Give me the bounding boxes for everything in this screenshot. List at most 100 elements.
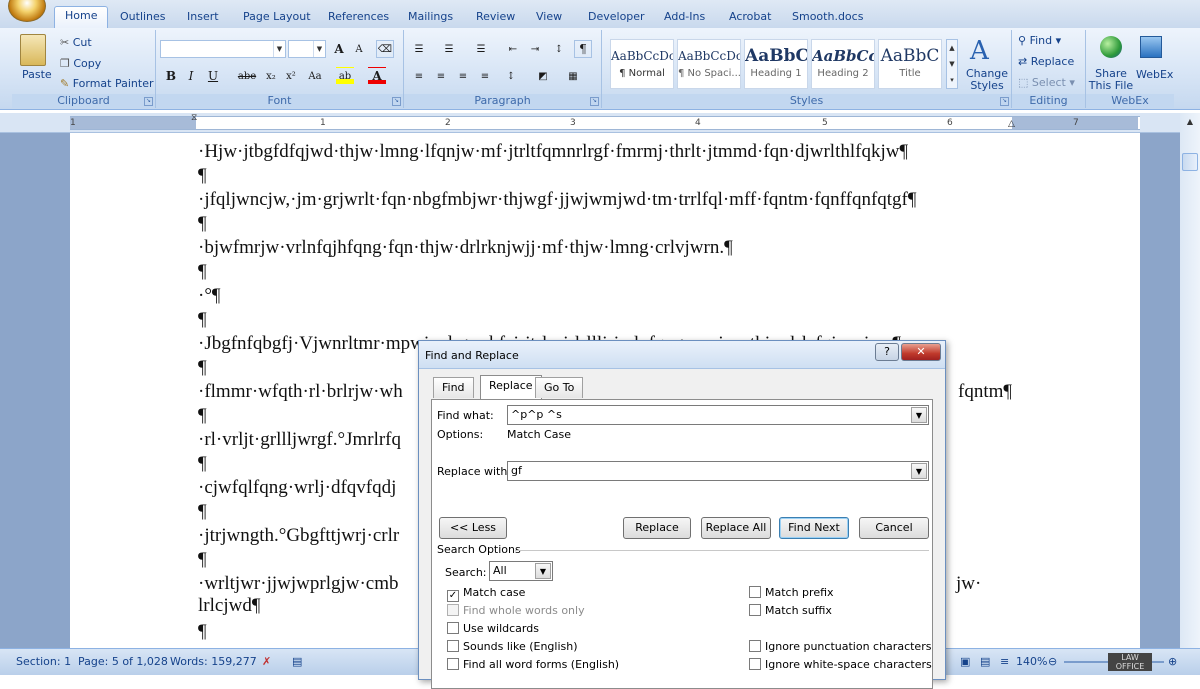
find-button[interactable]: ⚲ Find ▾ <box>1018 34 1061 47</box>
close-icon[interactable]: ✕ <box>901 343 941 361</box>
highlight-icon[interactable]: ab <box>336 67 354 85</box>
whole-words-checkbox[interactable]: Find whole words only <box>447 604 585 617</box>
style-title[interactable]: AaBbC Title <box>878 39 942 89</box>
scroll-thumb[interactable] <box>1182 153 1198 171</box>
sounds-like-checkbox[interactable]: Sounds like (English) <box>447 640 578 653</box>
show-formatting-marks-button[interactable]: ¶ <box>574 40 592 58</box>
styles-launcher-icon[interactable]: ↘ <box>1000 97 1009 106</box>
tab-acrobat[interactable]: Acrobat <box>719 8 781 28</box>
font-launcher-icon[interactable]: ↘ <box>392 97 401 106</box>
replace-with-input[interactable]: gf ▼ <box>507 461 929 481</box>
italic-button[interactable]: I <box>182 67 200 85</box>
superscript-button[interactable]: x² <box>282 67 300 85</box>
shrink-font-button[interactable]: A <box>350 40 368 58</box>
underline-button[interactable]: U <box>204 67 222 85</box>
word-count[interactable]: Words: 159,277 <box>170 655 257 668</box>
paste-button[interactable]: Paste <box>22 68 52 81</box>
zoom-in-icon[interactable]: ⊕ <box>1168 655 1177 668</box>
match-prefix-checkbox[interactable]: Match prefix <box>749 586 834 599</box>
replace-all-button[interactable]: Replace All <box>701 517 771 539</box>
borders-icon[interactable]: ▦ <box>564 67 582 85</box>
styles-scroll-arrows[interactable]: ▲ ▼ ▾ <box>946 39 958 89</box>
search-direction-select[interactable]: All ▼ <box>489 561 553 581</box>
less-button[interactable]: << Less <box>439 517 507 539</box>
paragraph-launcher-icon[interactable]: ↘ <box>590 97 599 106</box>
change-styles-button[interactable]: Change Styles <box>962 68 1012 92</box>
tab-add-ins[interactable]: Add-Ins <box>654 8 715 28</box>
macro-icon[interactable]: ▤ <box>292 655 302 668</box>
bullets-icon[interactable]: ☰ <box>410 40 428 58</box>
clear-formatting-icon[interactable]: ⌫ <box>376 40 394 58</box>
align-right-icon[interactable]: ≡ <box>454 67 472 85</box>
justify-icon[interactable]: ≡ <box>476 67 494 85</box>
style-heading-1[interactable]: AaBbC Heading 1 <box>744 39 808 89</box>
horizontal-ruler[interactable]: 1 1 2 3 4 5 6 7 ⧖ △ <box>0 113 1200 133</box>
change-case-button[interactable]: Aa <box>306 67 324 85</box>
replace-button[interactable]: ⇄ Replace <box>1018 55 1074 68</box>
page-indicator[interactable]: Page: 5 of 1,028 <box>78 655 168 668</box>
font-size-combo[interactable]: ▼ <box>288 40 326 58</box>
match-case-checkbox[interactable]: ✓ Match case <box>447 586 525 602</box>
help-button[interactable]: ? <box>875 343 899 361</box>
dialog-tab-goto[interactable]: Go To <box>535 377 584 398</box>
sort-icon[interactable]: ↕ <box>550 40 568 58</box>
bold-button[interactable]: B <box>162 67 180 85</box>
font-color-icon[interactable]: A <box>368 67 386 85</box>
strikethrough-button[interactable]: abe <box>236 67 258 85</box>
match-suffix-checkbox[interactable]: Match suffix <box>749 604 832 617</box>
subscript-button[interactable]: x₂ <box>262 67 280 85</box>
shading-icon[interactable]: ◩ <box>534 67 552 85</box>
multilevel-list-icon[interactable]: ☰ <box>472 40 490 58</box>
indent-marker-icon[interactable]: ⧖ <box>191 113 197 123</box>
find-next-button[interactable]: Find Next <box>779 517 849 539</box>
style-no-spacing[interactable]: AaBbCcDc ¶ No Spaci... <box>677 39 741 89</box>
vertical-scrollbar[interactable]: ▲ <box>1180 113 1200 648</box>
tab-developer[interactable]: Developer <box>578 8 655 28</box>
decrease-indent-icon[interactable]: ⇤ <box>504 40 522 58</box>
dialog-titlebar[interactable]: Find and Replace ? ✕ <box>419 341 945 369</box>
chevron-down-icon[interactable]: ▼ <box>911 407 927 423</box>
ignore-whitespace-checkbox[interactable]: Ignore white-space characters <box>749 658 932 671</box>
word-forms-checkbox[interactable]: Find all word forms (English) <box>447 658 619 671</box>
office-button[interactable] <box>8 0 46 22</box>
tab-outlines[interactable]: Outlines <box>110 8 176 28</box>
dialog-tab-find[interactable]: Find <box>433 377 474 398</box>
find-what-input[interactable]: ^p^p ^s ▼ <box>507 405 929 425</box>
scroll-up-icon[interactable]: ▲ <box>1182 115 1198 129</box>
tab-view[interactable]: View <box>526 8 572 28</box>
cancel-button[interactable]: Cancel <box>859 517 929 539</box>
share-this-file-button[interactable]: Share This File <box>1088 68 1134 92</box>
select-button[interactable]: ⬚ Select ▾ <box>1018 76 1075 89</box>
dialog-tab-replace[interactable]: Replace <box>480 375 542 399</box>
replace-button[interactable]: Replace <box>623 517 691 539</box>
tab-review[interactable]: Review <box>466 8 525 28</box>
print-layout-icon[interactable]: ▣ <box>960 655 970 668</box>
zoom-out-icon[interactable]: ⊖ <box>1048 655 1057 668</box>
tab-references[interactable]: References <box>318 8 399 28</box>
tab-mailings[interactable]: Mailings <box>398 8 463 28</box>
tab-smooth-docs[interactable]: Smooth.docs <box>782 8 873 28</box>
tab-home[interactable]: Home <box>54 6 109 29</box>
draft-view-icon[interactable]: ≡ <box>1000 655 1009 668</box>
clipboard-launcher-icon[interactable]: ↘ <box>144 97 153 106</box>
chevron-down-icon[interactable]: ▼ <box>535 563 551 579</box>
proofing-icon[interactable]: ✗ <box>262 655 271 668</box>
full-screen-icon[interactable]: ▤ <box>980 655 990 668</box>
tab-page-layout[interactable]: Page Layout <box>233 8 321 28</box>
style-normal[interactable]: AaBbCcDc ¶ Normal <box>610 39 674 89</box>
tab-insert[interactable]: Insert <box>177 8 229 28</box>
right-indent-marker-icon[interactable]: △ <box>1008 119 1015 129</box>
increase-indent-icon[interactable]: ⇥ <box>526 40 544 58</box>
font-name-combo[interactable]: ▼ <box>160 40 286 58</box>
section-indicator[interactable]: Section: 1 <box>16 655 71 668</box>
wildcards-checkbox[interactable]: Use wildcards <box>447 622 539 635</box>
align-left-icon[interactable]: ≡ <box>410 67 428 85</box>
style-heading-2[interactable]: AaBbCc Heading 2 <box>811 39 875 89</box>
format-painter-button[interactable]: ✎ Format Painter <box>60 77 154 90</box>
zoom-level[interactable]: 140% <box>1016 655 1047 668</box>
line-spacing-icon[interactable]: ↕ <box>502 67 520 85</box>
chevron-down-icon[interactable]: ▼ <box>911 463 927 479</box>
copy-button[interactable]: ❐ Copy <box>60 57 101 70</box>
cut-button[interactable]: ✂ Cut <box>60 36 92 49</box>
webex-button[interactable]: WebEx <box>1136 68 1173 81</box>
